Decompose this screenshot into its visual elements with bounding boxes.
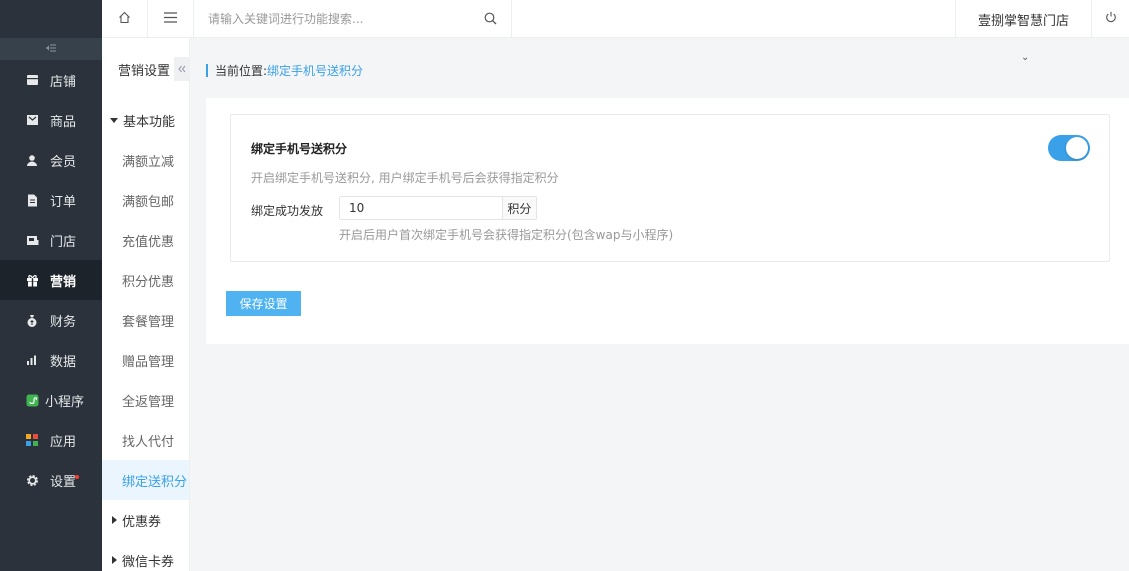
setting-description: 开启绑定手机号送积分, 用户绑定手机号后会获得指定积分 bbox=[251, 171, 559, 185]
submenu-item-recharge-discount[interactable]: 充值优惠 bbox=[102, 220, 189, 260]
submenu-title-text: 营销设置 bbox=[118, 63, 171, 79]
member-icon bbox=[25, 153, 39, 167]
hamburger-icon bbox=[164, 11, 177, 27]
goods-icon bbox=[25, 113, 39, 127]
settings-card: 绑定手机号送积分 开启绑定手机号送积分, 用户绑定手机号后会获得指定积分 绑定成… bbox=[230, 114, 1110, 262]
sidebar-item-label: 店铺 bbox=[50, 74, 77, 90]
sidebar-collapse-button[interactable] bbox=[0, 38, 102, 60]
points-field-help: 开启后用户首次绑定手机号会获得指定积分(包含wap与小程序) bbox=[339, 228, 674, 242]
submenu-group-label: 微信卡券 bbox=[122, 554, 175, 570]
power-icon bbox=[1105, 11, 1117, 27]
sidebar-item-apps[interactable]: 应用 bbox=[0, 420, 102, 460]
search-input[interactable] bbox=[208, 12, 468, 26]
sidebar-item-data[interactable]: 数据 bbox=[0, 340, 102, 380]
submenu-group-label: 基本功能 bbox=[123, 114, 176, 130]
submenu-item-full-return[interactable]: 全返管理 bbox=[102, 380, 189, 420]
submenu-collapse-button[interactable] bbox=[174, 57, 190, 81]
toggle-knob bbox=[1066, 137, 1088, 159]
shop-icon bbox=[25, 233, 39, 247]
submenu-group-label: 优惠券 bbox=[122, 514, 162, 530]
store-icon bbox=[25, 73, 39, 87]
sidebar-item-marketing[interactable]: 营销 bbox=[0, 260, 102, 300]
order-icon bbox=[25, 193, 39, 207]
setting-title: 绑定手机号送积分 bbox=[251, 142, 348, 156]
sidebar-item-shop[interactable]: 门店 bbox=[0, 220, 102, 260]
gift-icon bbox=[25, 273, 39, 287]
breadcrumb-marker bbox=[206, 64, 208, 77]
home-button[interactable] bbox=[102, 0, 148, 38]
breadcrumb-current[interactable]: 绑定手机号送积分 bbox=[267, 62, 363, 79]
submenu-group-wechat-card[interactable]: 微信卡券 bbox=[102, 540, 189, 571]
caret-right-icon bbox=[112, 556, 117, 564]
notification-dot bbox=[75, 475, 79, 479]
sidebar-item-label: 订单 bbox=[50, 194, 77, 210]
sidebar-item-label: 数据 bbox=[50, 354, 77, 370]
points-field-label: 绑定成功发放 bbox=[251, 204, 324, 218]
submenu-item-full-reduction[interactable]: 满额立减 bbox=[102, 140, 189, 180]
submenu-group-coupon[interactable]: 优惠券 bbox=[102, 500, 189, 540]
marketing-submenu: 营销设置 基本功能 满额立减 满额包邮 充值优惠 积分优惠 套餐管理 赠品管理 … bbox=[102, 38, 190, 571]
sidebar-item-order[interactable]: 订单 bbox=[0, 180, 102, 220]
sidebar-item-store[interactable]: 店铺 bbox=[0, 60, 102, 100]
menu-toggle-button[interactable] bbox=[148, 0, 194, 38]
submenu-item-pay-for-me[interactable]: 找人代付 bbox=[102, 420, 189, 460]
submenu-item-package-management[interactable]: 套餐管理 bbox=[102, 300, 189, 340]
submenu-item-bind-points[interactable]: 绑定送积分 bbox=[102, 460, 189, 500]
sidebar-item-goods[interactable]: 商品 bbox=[0, 100, 102, 140]
chevron-down-icon[interactable]: ⌄ bbox=[1021, 52, 1029, 63]
double-chevron-left-icon bbox=[178, 63, 186, 76]
money-bag-icon bbox=[25, 313, 39, 327]
sidebar-item-label: 应用 bbox=[50, 434, 77, 450]
sidebar-item-label: 营销 bbox=[50, 274, 77, 290]
logo-area bbox=[0, 0, 102, 38]
caret-right-icon bbox=[112, 516, 117, 524]
sidebar-item-finance[interactable]: 财务 bbox=[0, 300, 102, 340]
submenu-group-basic[interactable]: 基本功能 bbox=[102, 100, 189, 140]
sidebar-item-settings[interactable]: 设置 bbox=[0, 460, 102, 500]
sidebar-item-label: 商品 bbox=[50, 114, 77, 130]
sidebar-item-member[interactable]: 会员 bbox=[0, 140, 102, 180]
logout-button[interactable] bbox=[1091, 0, 1129, 38]
points-input[interactable] bbox=[340, 197, 502, 219]
settings-panel: 绑定手机号送积分 开启绑定手机号送积分, 用户绑定手机号后会获得指定积分 绑定成… bbox=[206, 98, 1129, 344]
store-name[interactable]: 壹捌掌智慧门店 bbox=[955, 0, 1091, 38]
sidebar-item-label: 门店 bbox=[50, 234, 77, 250]
sidebar-item-label: 财务 bbox=[50, 314, 77, 330]
sidebar-item-label: 会员 bbox=[50, 154, 77, 170]
mini-program-icon bbox=[25, 393, 39, 407]
search-box bbox=[194, 0, 512, 38]
submenu-item-gift-management[interactable]: 赠品管理 bbox=[102, 340, 189, 380]
search-icon[interactable] bbox=[484, 12, 497, 29]
apps-icon bbox=[25, 433, 39, 447]
bar-chart-icon bbox=[25, 353, 39, 367]
gear-icon bbox=[25, 473, 39, 487]
save-button[interactable]: 保存设置 bbox=[226, 291, 301, 316]
submenu-item-points-discount[interactable]: 积分优惠 bbox=[102, 260, 189, 300]
enable-toggle[interactable] bbox=[1048, 135, 1090, 161]
home-icon bbox=[118, 11, 131, 28]
submenu-title: 营销设置 bbox=[102, 38, 190, 100]
submenu-item-free-shipping[interactable]: 满额包邮 bbox=[102, 180, 189, 220]
main-sidebar: 店铺 商品 会员 订单 门店 营销 财务 数据 小程序 应用 设置 bbox=[0, 0, 102, 571]
points-input-group: 积分 bbox=[339, 196, 537, 220]
sidebar-item-mini-program[interactable]: 小程序 bbox=[0, 380, 102, 420]
collapse-icon bbox=[46, 44, 56, 55]
breadcrumb-label: 当前位置: bbox=[215, 64, 268, 78]
points-unit: 积分 bbox=[501, 197, 536, 219]
top-bar: 壹捌掌智慧门店 bbox=[102, 0, 1129, 38]
breadcrumb: 当前位置: 绑定手机号送积分 bbox=[206, 62, 363, 79]
caret-down-icon bbox=[110, 117, 118, 123]
sidebar-item-label: 设置 bbox=[50, 474, 77, 490]
sidebar-item-label: 小程序 bbox=[45, 394, 85, 410]
